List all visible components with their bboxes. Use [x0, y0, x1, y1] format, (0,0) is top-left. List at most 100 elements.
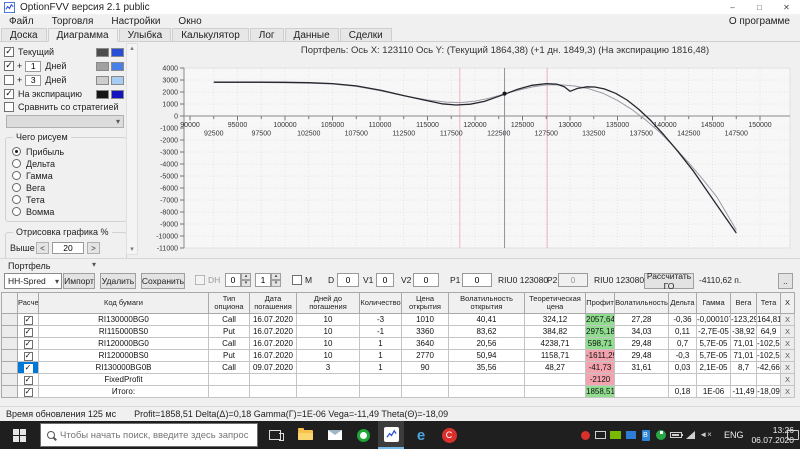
color-swatch[interactable] [111, 47, 124, 57]
color-swatch[interactable] [111, 89, 124, 99]
v2-input[interactable] [413, 273, 439, 287]
scroll-up-icon[interactable]: ▴ [130, 44, 134, 53]
delete-row-cell[interactable]: X [780, 361, 795, 374]
menu-item-настройки[interactable]: Настройки [102, 15, 169, 28]
scroll-down-icon[interactable]: ▾ [130, 245, 134, 254]
battery-tray-icon[interactable] [668, 432, 683, 438]
calc-margin-button[interactable]: Рассчитать ГО [644, 271, 694, 291]
ccleaner-button[interactable]: C [436, 421, 462, 449]
notification-center-button[interactable] [785, 421, 800, 449]
draw-option-radio[interactable] [12, 171, 21, 180]
menu-item-файл[interactable]: Файл [0, 15, 43, 28]
table-row[interactable]: RI120000BG0Call16.07.2020101364020,56423… [1, 337, 795, 350]
series-visible-checkbox[interactable] [4, 89, 14, 99]
language-indicator[interactable]: ENG [724, 421, 744, 449]
draw-option-radio[interactable] [12, 147, 21, 156]
calc-checkbox-cell[interactable] [17, 325, 39, 338]
quik-button[interactable] [350, 421, 376, 449]
table-row[interactable]: RI115000BS0Put16.07.202010-1336083,62384… [1, 325, 795, 338]
calc-checkbox-cell[interactable] [17, 385, 39, 398]
delete-row-cell[interactable]: X [780, 385, 795, 398]
delete-row-cell[interactable]: X [780, 373, 795, 386]
delete-button[interactable]: Удалить [100, 273, 136, 289]
calc-checkbox-cell[interactable] [17, 337, 39, 350]
mail-button[interactable] [322, 421, 348, 449]
draw-option-radio[interactable] [12, 159, 21, 168]
v1-input[interactable] [376, 273, 394, 287]
calc-checkbox[interactable] [23, 340, 33, 349]
display-tray-icon[interactable] [593, 431, 608, 439]
menu-item-торговля[interactable]: Торговля [43, 15, 103, 28]
calc-checkbox-cell[interactable] [17, 361, 39, 374]
tab-лог[interactable]: Лог [249, 28, 284, 41]
draw-option-radio[interactable] [12, 195, 21, 204]
spinner-1-input[interactable] [225, 273, 241, 287]
spinner-1-arrows[interactable]: ▴ ▾ [241, 273, 251, 287]
calc-checkbox[interactable] [23, 364, 33, 373]
tab-калькулятор[interactable]: Калькулятор [172, 28, 249, 41]
table-row[interactable]: RI130000BG0Call16.07.202010-3101040,4132… [1, 313, 795, 326]
save-button[interactable]: Сохранить [141, 273, 185, 289]
delete-row-cell[interactable]: X [780, 349, 795, 362]
increase-button[interactable]: > [87, 242, 100, 254]
task-view-button[interactable] [262, 421, 288, 449]
menu-item-окно[interactable]: Окно [169, 15, 210, 28]
taskbar-search[interactable] [40, 423, 258, 447]
table-row[interactable]: RI120000BS0Put16.07.2020101277050,941158… [1, 349, 795, 362]
volume-muted-tray-icon[interactable]: ◄× [698, 430, 713, 440]
tab-диаграмма[interactable]: Диаграмма [47, 28, 118, 42]
draw-option-radio[interactable] [12, 183, 21, 192]
network-app-tray-icon[interactable] [623, 431, 638, 439]
delete-row-cell[interactable]: X [780, 337, 795, 350]
color-swatch[interactable] [96, 61, 109, 71]
days-input[interactable] [25, 74, 42, 86]
series-visible-checkbox[interactable] [4, 75, 14, 85]
strategy-combo[interactable]: НН-Spred [4, 273, 62, 289]
tab-сделки[interactable]: Сделки [339, 28, 392, 41]
collapse-chevron-icon[interactable]: ▾ [92, 260, 96, 269]
optionfvv-button[interactable] [378, 421, 404, 449]
compare-strategy-checkbox[interactable] [4, 102, 14, 112]
tab-данные[interactable]: Данные [284, 28, 339, 41]
close-button[interactable]: ✕ [773, 0, 800, 15]
decrease-button[interactable]: < [36, 242, 49, 254]
p1-input[interactable] [462, 273, 492, 287]
table-row[interactable]: RI130000BG0BCall09.07.2020319035,5648,27… [1, 361, 795, 374]
color-swatch[interactable] [111, 75, 124, 85]
m-checkbox[interactable] [292, 275, 302, 285]
delete-row-cell[interactable]: X [780, 325, 795, 338]
ccleaner-tray-icon[interactable] [578, 430, 593, 440]
calc-checkbox[interactable] [23, 328, 33, 337]
calc-checkbox-cell[interactable] [17, 373, 39, 386]
nvidia-tray-icon[interactable] [608, 431, 623, 439]
profit-chart[interactable]: 4000 3000 2000 1000 0 -1000 -2000 -3000 -4000 -50… [140, 42, 800, 258]
calc-checkbox[interactable] [23, 352, 33, 361]
spinner-2-arrows[interactable]: ▴ ▾ [271, 273, 281, 287]
table-row[interactable]: Итого: 1858,51 0,181E-06-11,49-18,09X [1, 385, 795, 398]
menu-item-about[interactable]: О программе [719, 16, 800, 27]
series-visible-checkbox[interactable] [4, 47, 14, 57]
stats-tray-icon[interactable] [653, 430, 668, 440]
color-swatch[interactable] [96, 75, 109, 85]
bluetooth-tray-icon[interactable]: B [638, 429, 653, 441]
d-input[interactable] [337, 273, 359, 287]
calc-checkbox[interactable] [23, 376, 33, 385]
file-explorer-button[interactable] [292, 421, 318, 449]
color-swatch[interactable] [111, 61, 124, 71]
color-swatch[interactable] [96, 47, 109, 57]
series-visible-checkbox[interactable] [4, 61, 14, 71]
wifi-tray-icon[interactable] [683, 431, 698, 439]
start-button[interactable] [0, 421, 38, 449]
calc-checkbox-cell[interactable] [17, 349, 39, 362]
minimize-button[interactable]: – [719, 0, 746, 15]
more-button[interactable]: .. [778, 273, 793, 289]
delete-row-cell[interactable]: X [780, 313, 795, 326]
table-row[interactable]: FixedProfit -2120 X [1, 373, 795, 386]
calc-checkbox-cell[interactable] [17, 313, 39, 326]
strategy-select[interactable] [6, 115, 124, 128]
import-button[interactable]: Импорт [63, 273, 95, 289]
percent-input[interactable] [52, 242, 84, 254]
draw-option-radio[interactable] [12, 207, 21, 216]
color-swatch[interactable] [96, 89, 109, 99]
tab-доска[interactable]: Доска [1, 28, 47, 41]
